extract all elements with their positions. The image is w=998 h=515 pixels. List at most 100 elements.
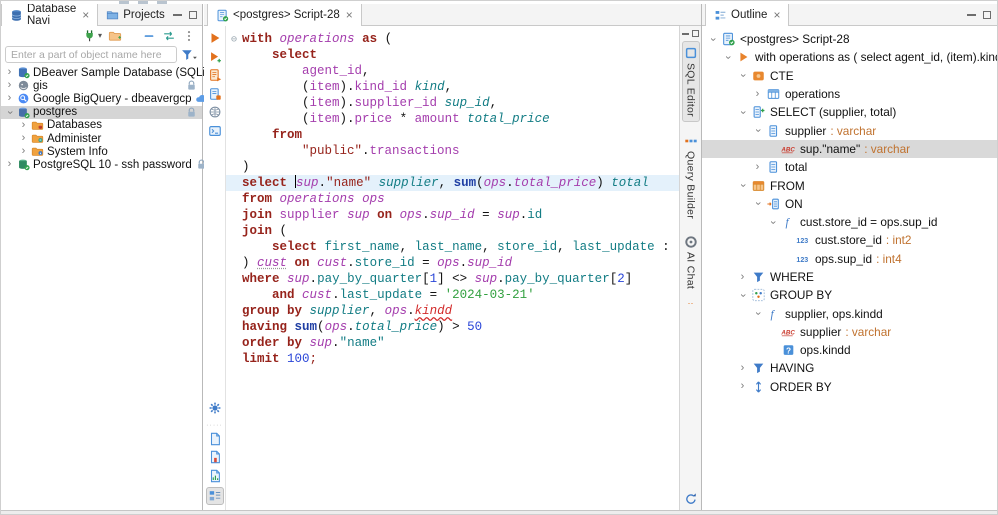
code-line[interactable]: order by sup."name" [226, 335, 679, 351]
maximize-icon[interactable] [983, 11, 991, 19]
execute-statement-button[interactable] [208, 31, 222, 45]
outline-item-total[interactable]: ›total [702, 158, 998, 176]
chevron-right-icon[interactable]: › [19, 147, 28, 156]
outline-item-postgres-script-28[interactable]: ›<postgres> Script-28 [702, 30, 998, 48]
code-line[interactable]: from operations ops [226, 191, 679, 207]
chevron-down-icon[interactable]: › [768, 218, 777, 227]
chevron-down-icon[interactable]: › [738, 291, 747, 300]
code-line[interactable]: and cust.last_update = '2024-03-21' [226, 287, 679, 303]
execute-new-tab-button[interactable] [208, 50, 222, 64]
outline-item-sup-name[interactable]: ABCsup."name" : varchar [702, 140, 998, 158]
chevron-right-icon[interactable]: › [5, 94, 14, 103]
code-line[interactable]: (item).kind_id kind, [226, 79, 679, 95]
chevron-right-icon[interactable]: › [753, 163, 762, 172]
chevron-right-icon[interactable]: › [738, 364, 747, 373]
outline-item-cust-store-id-ops-sup-id[interactable]: ›fcust.store_id = ops.sup_id [702, 213, 998, 231]
chevron-down-icon[interactable]: › [738, 181, 747, 190]
collapse-all-button[interactable] [142, 29, 156, 43]
chevron-right-icon[interactable]: › [5, 81, 14, 90]
outline-item-ops-sup-id[interactable]: 123ops.sup_id : int4 [702, 250, 998, 268]
navigator-item-dbeaver-sample-database-sqlite[interactable]: ›DBeaver Sample Database (SQLite) [1, 66, 202, 79]
execute-script-new-button[interactable] [208, 87, 222, 101]
navigator-item-postgresql-10-ssh-password[interactable]: ›PostgreSQL 10 - ssh password [1, 158, 202, 171]
close-icon[interactable]: × [346, 8, 353, 22]
side-tab-sql-editor[interactable]: SQL Editor [682, 41, 700, 122]
maximize-icon[interactable] [692, 30, 699, 37]
code-line[interactable]: select sup."name" supplier, sum(ops.tota… [226, 175, 679, 191]
tab-projects[interactable]: Projects [98, 4, 173, 25]
outline-item-supplier-ops-kindd[interactable]: ›fsupplier, ops.kindd [702, 304, 998, 322]
outline-item-with-operations-as-select-agent-id-item-[interactable]: ›with operations as ( select agent_id, (… [702, 48, 998, 66]
chevron-down-icon[interactable]: › [738, 108, 747, 117]
editor-settings-button[interactable] [208, 401, 222, 415]
code-line[interactable]: limit 100; [226, 351, 679, 367]
execute-script-button[interactable] [208, 68, 222, 82]
side-tab-ai-chat[interactable]: AI Chat [683, 231, 699, 293]
close-icon[interactable]: × [773, 8, 780, 22]
chevron-right-icon[interactable]: › [738, 273, 747, 282]
filter-input[interactable] [5, 46, 177, 63]
load-script-button[interactable] [208, 432, 222, 446]
explain-plan-button[interactable] [208, 105, 222, 119]
chevron-right-icon[interactable]: › [19, 121, 28, 130]
outline-item-from[interactable]: ›FROM [702, 176, 998, 194]
chevron-right-icon[interactable]: › [5, 160, 14, 169]
code-line[interactable]: select [226, 47, 679, 63]
chevron-down-icon[interactable]: › [708, 35, 717, 44]
code-line[interactable]: where sup.pay_by_quarter[1] <> sup.pay_b… [226, 271, 679, 287]
outline-item-order-by[interactable]: ›ORDER BY [702, 378, 998, 396]
navigator-item-gis[interactable]: ›gis [1, 79, 202, 92]
link-with-editor-button[interactable] [162, 29, 176, 43]
navigator-item-postgres[interactable]: ›postgres [1, 106, 202, 119]
save-script-button[interactable] [208, 450, 222, 464]
chevron-right-icon[interactable]: › [5, 68, 14, 77]
chevron-down-icon[interactable]: › [5, 108, 14, 117]
view-menu-button[interactable] [182, 29, 196, 43]
code-line[interactable]: from [226, 127, 679, 143]
side-tab-query-builder[interactable]: Query Builder [683, 130, 699, 223]
maximize-icon[interactable] [189, 11, 197, 19]
chevron-right-icon[interactable]: › [738, 382, 747, 391]
navigator-item-databases[interactable]: ›Databases [1, 119, 202, 132]
new-connection-button[interactable]: ▾ [83, 29, 102, 43]
toggle-panels-button[interactable] [206, 487, 224, 505]
code-line[interactable]: join supplier sup on ops.sup_id = sup.id [226, 207, 679, 223]
tab-script-28[interactable]: <postgres> Script-28 × [207, 4, 362, 26]
refresh-button[interactable] [684, 492, 698, 506]
tab-outline[interactable]: Outline × [705, 4, 789, 26]
outline-item-having[interactable]: ›HAVING [702, 359, 998, 377]
chevron-down-icon[interactable]: › [753, 126, 762, 135]
code-line[interactable]: agent_id, [226, 63, 679, 79]
code-line[interactable]: having sum(ops.total_price) > 50 [226, 319, 679, 335]
code-area[interactable]: ⊖with operations as ( select agent_id, (… [226, 26, 679, 510]
code-line[interactable]: ) cust on cust.store_id = ops.sup_id [226, 255, 679, 271]
tab-database-navigator[interactable]: Database Navi × [1, 4, 98, 26]
chevron-down-icon[interactable]: › [753, 199, 762, 208]
sql-terminal-button[interactable] [208, 124, 222, 138]
navigator-item-administer[interactable]: ›Administer [1, 132, 202, 145]
outline-item-supplier[interactable]: ›supplier : varchar [702, 121, 998, 139]
minimize-icon[interactable] [682, 33, 689, 35]
code-line[interactable]: ⊖with operations as ( [226, 31, 679, 47]
chevron-right-icon[interactable]: › [753, 90, 762, 99]
outline-item-ops-kindd[interactable]: ?ops.kindd [702, 341, 998, 359]
code-line[interactable]: select first_name, last_name, store_id, … [226, 239, 679, 255]
export-script-button[interactable] [208, 469, 222, 483]
outline-item-supplier[interactable]: ABCsupplier : varchar [702, 323, 998, 341]
chevron-down-icon[interactable]: › [753, 309, 762, 318]
code-line[interactable]: join ( [226, 223, 679, 239]
code-line[interactable]: ) [226, 159, 679, 175]
minimize-icon[interactable] [173, 14, 182, 16]
navigator-item-system-info[interactable]: ›System Info [1, 145, 202, 158]
outline-item-select-supplier-total[interactable]: ›SELECT (supplier, total) [702, 103, 998, 121]
chevron-down-icon[interactable]: › [738, 71, 747, 80]
chevron-down-icon[interactable]: › [723, 53, 732, 62]
filter-settings-button[interactable] [180, 48, 199, 62]
chevron-right-icon[interactable]: › [19, 134, 28, 143]
code-line[interactable]: group by supplier, ops.kindd [226, 303, 679, 319]
code-line[interactable]: (item).price * amount total_price [226, 111, 679, 127]
outline-item-where[interactable]: ›WHERE [702, 268, 998, 286]
new-connection-folder-button[interactable] [108, 29, 122, 43]
outline-item-operations[interactable]: ›operations [702, 85, 998, 103]
minimize-icon[interactable] [967, 14, 976, 16]
